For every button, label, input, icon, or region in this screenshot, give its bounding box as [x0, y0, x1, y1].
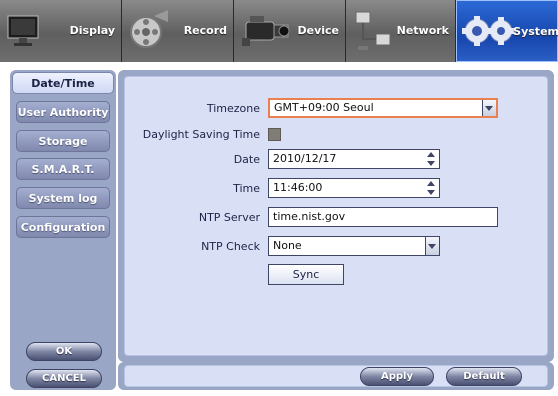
- timezone-value: GMT+09:00 Seoul: [274, 101, 374, 114]
- tab-device-label: Device: [297, 24, 339, 37]
- sidebar-item-storage[interactable]: Storage: [16, 130, 110, 152]
- cancel-button[interactable]: CANCEL: [26, 369, 102, 388]
- network-icon: [352, 8, 394, 57]
- top-tab-bar: Display Record Device Network System: [0, 0, 558, 62]
- tab-record-label: Record: [183, 24, 227, 37]
- tab-device[interactable]: Device: [234, 0, 346, 62]
- ntp-server-label: NTP Server: [198, 211, 260, 224]
- sidebar-item-configuration[interactable]: Configuration: [16, 216, 110, 238]
- apply-button[interactable]: Apply: [360, 367, 434, 386]
- ok-button[interactable]: OK: [26, 342, 102, 361]
- sync-button[interactable]: Sync: [268, 264, 344, 285]
- monitor-icon: [6, 8, 40, 53]
- camcorder-icon: [240, 8, 292, 55]
- time-field[interactable]: 11:46:00: [268, 178, 440, 198]
- tab-display[interactable]: Display: [0, 0, 122, 62]
- tab-network-label: Network: [396, 24, 449, 37]
- gears-icon: [461, 13, 517, 52]
- default-button[interactable]: Default: [446, 367, 522, 386]
- date-field[interactable]: 2010/12/17: [268, 149, 440, 169]
- chevron-down-icon: [425, 237, 439, 255]
- ntp-check-select[interactable]: None: [268, 236, 440, 256]
- dst-label: Daylight Saving Time: [142, 128, 260, 141]
- chevron-down-icon: [482, 100, 496, 116]
- ntp-check-value: None: [273, 239, 302, 252]
- tab-network[interactable]: Network: [346, 0, 456, 62]
- ntp-server-input[interactable]: time.nist.gov: [268, 207, 498, 227]
- tab-display-label: Display: [69, 24, 115, 37]
- tab-record[interactable]: Record: [122, 0, 234, 62]
- timezone-select[interactable]: GMT+09:00 Seoul: [268, 98, 498, 118]
- sidebar-item-system-log[interactable]: System log: [16, 187, 110, 209]
- sidebar-item-smart[interactable]: S.M.A.R.T.: [16, 158, 110, 180]
- sidebar-item-user-authority[interactable]: User Authority: [16, 101, 110, 123]
- time-label: Time: [233, 182, 260, 195]
- dst-checkbox[interactable]: [268, 128, 281, 141]
- date-label: Date: [233, 153, 260, 166]
- ntp-check-label: NTP Check: [201, 240, 260, 253]
- film-reel-icon: [128, 8, 170, 57]
- timezone-label: Timezone: [206, 102, 260, 115]
- sidebar-item-date-time[interactable]: Date/Time: [12, 72, 114, 94]
- tab-system[interactable]: System: [456, 0, 558, 62]
- tab-system-label: System: [513, 25, 558, 38]
- date-value: 2010/12/17: [273, 152, 337, 165]
- time-value: 11:46:00: [273, 181, 323, 194]
- spinner-arrows-icon[interactable]: [425, 150, 437, 168]
- spinner-arrows-icon[interactable]: [425, 179, 437, 197]
